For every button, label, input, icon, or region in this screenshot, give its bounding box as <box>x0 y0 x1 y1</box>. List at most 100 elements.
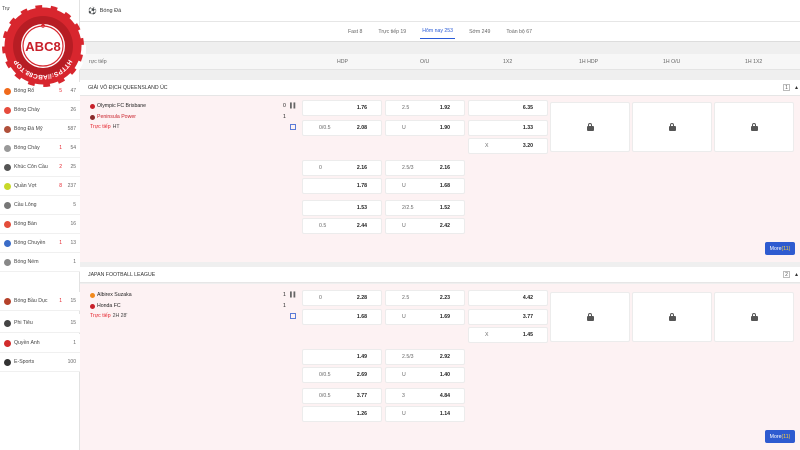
odds-value: 1.68 <box>356 314 367 320</box>
away-team[interactable]: Peninsula Power <box>90 114 136 120</box>
home-team[interactable]: Albirex Suzaka <box>90 292 132 298</box>
sidebar-item-baseball-2[interactable]: Bóng Chày 1 54 <box>0 139 80 158</box>
league-match-count: 1 <box>783 84 790 91</box>
league-name: Giải vô địch Queensland Úc <box>88 84 168 91</box>
sidebar-item-tennis[interactable]: Quần Vợt 8 237 <box>0 177 80 196</box>
team-crest-icon <box>90 114 95 120</box>
tab-today[interactable]: Hôm nay 253 <box>420 24 456 39</box>
live-label: Trực tiếp <box>90 124 111 130</box>
odds-hdp-home[interactable]: 1.53 <box>302 200 382 216</box>
stats-icon[interactable]: ▌▌ <box>290 292 297 298</box>
odds-1x2-away[interactable]: 3.77 <box>468 309 548 325</box>
odds-hdp-away[interactable]: 1.78 <box>302 178 382 194</box>
tab-fast8[interactable]: Fast 8 <box>346 25 364 39</box>
col-ou: O/U <box>420 58 430 65</box>
league-header[interactable]: Japan Football League 2 ▴ <box>80 267 800 283</box>
odds-value: 4.42 <box>522 295 533 301</box>
col-1h-ou: 1H O/U <box>663 58 681 65</box>
team-crest-icon <box>90 292 95 298</box>
sidebar-item-table-tennis[interactable]: Bóng Bàn 16 <box>0 215 80 234</box>
event-count: 5 <box>73 202 76 208</box>
odds-ou-over[interactable]: 2.5 2.23 <box>385 290 465 306</box>
handicap: 3 <box>402 393 405 399</box>
match-time: 2H 28' <box>112 313 128 319</box>
odds-ou-over[interactable]: 2.5/3 2.16 <box>385 160 465 176</box>
handicap: 0/0.5 <box>319 372 331 378</box>
odds-hdp-home[interactable]: 0/0.5 3.77 <box>302 388 382 404</box>
col-live: rực tiếp <box>89 58 107 65</box>
more-markets-button[interactable]: More (11) <box>765 430 795 443</box>
sidebar-item-badminton[interactable]: Cầu Lông 5 <box>0 196 80 215</box>
sidebar-item-handball[interactable]: Bóng Ném 1 <box>0 253 80 272</box>
locked-market-1h-1x2 <box>714 102 794 152</box>
odds-1x2-draw[interactable]: X 1.45 <box>468 327 548 343</box>
odds-hdp-away[interactable]: 0.5 2.44 <box>302 218 382 234</box>
odds-hdp-away[interactable]: 1.68 <box>302 309 382 325</box>
odds-ou-under[interactable]: U 1.40 <box>385 367 465 383</box>
odds-hdp-away[interactable]: 0/0.5 2.08 <box>302 120 382 136</box>
sidebar-item-darts[interactable]: Phi Tiêu 15 <box>0 314 80 333</box>
odds-hdp-home[interactable]: 0 2.28 <box>302 290 382 306</box>
sidebar-item-american-football[interactable]: Bóng Đá Mỹ 587 <box>0 120 80 139</box>
league-header[interactable]: Giải vô địch Queensland Úc 1 ▴ <box>80 80 800 96</box>
away-team[interactable]: Honda FC <box>90 303 121 309</box>
home-score: 1 <box>283 292 286 298</box>
tv-icon[interactable] <box>290 313 296 319</box>
sidebar-item-label: Bóng Chày <box>14 107 40 113</box>
chevron-up-icon[interactable]: ▴ <box>795 84 798 91</box>
odds-hdp-away[interactable]: 1.26 <box>302 406 382 422</box>
odds-hdp-away[interactable]: 0/0.5 2.69 <box>302 367 382 383</box>
event-count: 16 <box>70 221 76 227</box>
sidebar-item-ice-hockey[interactable]: Khúc Côn Cầu 2 25 <box>0 158 80 177</box>
odds-ou-over[interactable]: 3 4.84 <box>385 388 465 404</box>
sidebar-item-baseball[interactable]: Bóng Chày 26 <box>0 101 80 120</box>
sidebar-item-label: Phi Tiêu <box>14 320 33 326</box>
odds-hdp-home[interactable]: 1.76 <box>302 100 382 116</box>
odds-ou-under[interactable]: U 1.69 <box>385 309 465 325</box>
odds-value: 2.23 <box>439 295 450 301</box>
live-count: 8 <box>59 183 62 189</box>
odds-ou-over[interactable]: 2/2.5 1.52 <box>385 200 465 216</box>
home-team[interactable]: Olympic FC Brisbane <box>90 103 146 109</box>
odds-1x2-home[interactable]: 6.35 <box>468 100 548 116</box>
boxing-glove-icon <box>4 339 11 347</box>
odds-value: 1.49 <box>356 354 367 360</box>
sidebar-item-label: Bóng Bầu Dục <box>14 298 48 304</box>
table-tennis-icon <box>4 220 11 228</box>
badminton-icon <box>4 201 11 209</box>
sidebar-item-volleyball[interactable]: Bóng Chuyền 1 13 <box>0 234 80 253</box>
odds-ou-under[interactable]: U 1.90 <box>385 120 465 136</box>
handicap: 2.5/3 <box>402 354 414 360</box>
odds-1x2-draw[interactable]: X 3.20 <box>468 138 548 154</box>
odds-hdp-home[interactable]: 1.49 <box>302 349 382 365</box>
odds-1x2-away[interactable]: 1.33 <box>468 120 548 136</box>
sidebar-item-esports[interactable]: E-Sports 100 <box>0 353 80 372</box>
odds-ou-under[interactable]: U 1.14 <box>385 406 465 422</box>
odds-1x2-home[interactable]: 4.42 <box>468 290 548 306</box>
odds-ou-over[interactable]: 2.5/3 2.92 <box>385 349 465 365</box>
handicap: U <box>402 314 406 320</box>
tab-live[interactable]: Trực tiếp 19 <box>376 25 408 39</box>
rugby-icon <box>4 297 11 305</box>
abc8-logo: ♠ ABC8 HTTPS://ABC88.TOP <box>0 2 86 90</box>
stats-icon[interactable]: ▌▌ <box>290 103 297 109</box>
league-name: Japan Football League <box>88 271 156 278</box>
odds-ou-under[interactable]: U 2.42 <box>385 218 465 234</box>
tennis-icon <box>4 182 11 190</box>
odds-hdp-home[interactable]: 0 2.16 <box>302 160 382 176</box>
tv-icon[interactable] <box>290 124 296 130</box>
locked-market-1h-ou <box>632 102 712 152</box>
event-count: 237 <box>67 183 76 189</box>
lock-icon <box>586 313 594 321</box>
more-markets-button[interactable]: More (11) <box>765 242 795 255</box>
odds-value: 1.52 <box>439 205 450 211</box>
sidebar-item-boxing[interactable]: Quyền Anh 1 <box>0 334 80 353</box>
chevron-up-icon[interactable]: ▴ <box>795 271 798 278</box>
odds-ou-over[interactable]: 2.5 1.92 <box>385 100 465 116</box>
col-1h-1x2: 1H 1X2 <box>745 58 763 65</box>
tab-all[interactable]: Toàn bộ 67 <box>504 25 534 39</box>
odds-value: 3.77 <box>356 393 367 399</box>
sidebar-item-rugby[interactable]: Bóng Bầu Dục 1 15 <box>0 292 80 311</box>
odds-ou-under[interactable]: U 1.68 <box>385 178 465 194</box>
tab-early[interactable]: Sớm 249 <box>467 25 492 39</box>
